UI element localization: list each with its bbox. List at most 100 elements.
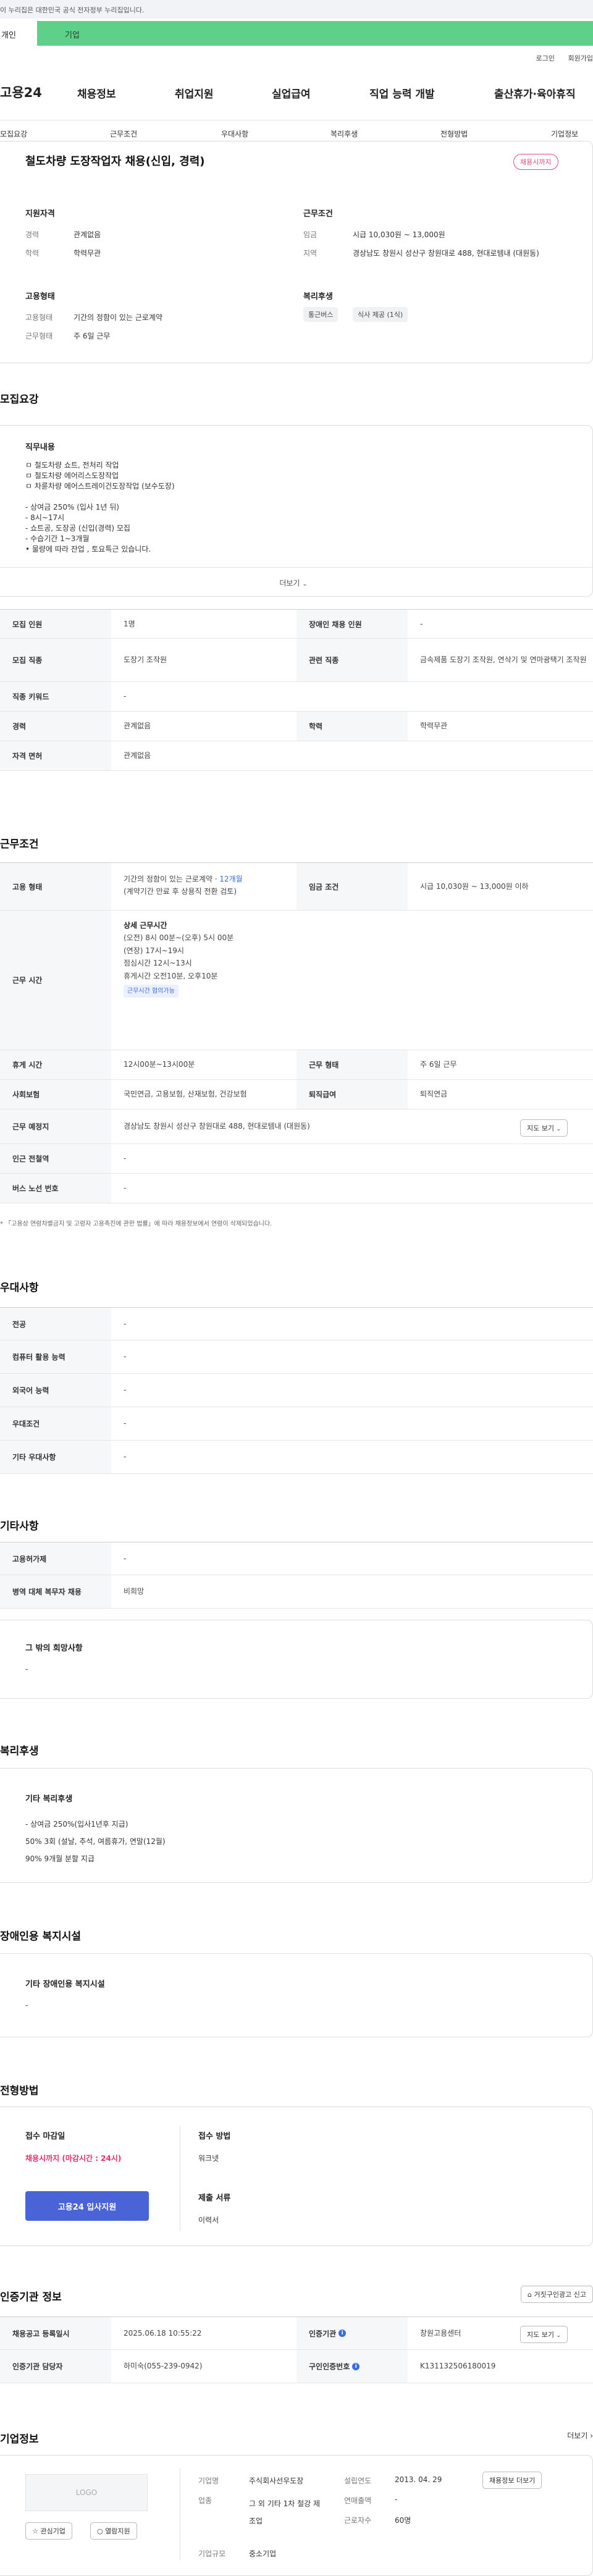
company-detail-button[interactable]: 채용정보 더보기 xyxy=(482,2472,542,2489)
company-name-label: 기업명 xyxy=(198,2477,219,2485)
hope-value: - xyxy=(25,1665,28,1673)
chevron-down-icon: ⌄ xyxy=(302,581,308,587)
work-form-value: 주 6일 근무 xyxy=(74,332,111,340)
info-icon[interactable]: i xyxy=(339,2330,347,2337)
work-time-title: 상세 근무시간 xyxy=(124,921,167,930)
company-size-value: 중소기업 xyxy=(249,2549,277,2558)
info-icon[interactable]: i xyxy=(352,2362,360,2370)
row-value: - xyxy=(124,1184,127,1193)
row-value: - xyxy=(124,1452,127,1462)
subnav-welfare[interactable]: 복리후생 xyxy=(330,128,358,139)
duty-line: - 상여금 250% (입사 1년 뒤) xyxy=(25,503,119,511)
table-row: 버스 노선 번호 - xyxy=(0,1174,593,1203)
welfare-section-title: 복리후생 xyxy=(0,1745,39,1757)
row-value: - xyxy=(124,1419,127,1428)
row-label: 임금 조건 xyxy=(296,863,408,910)
join-link[interactable]: 회원가입 xyxy=(568,54,593,62)
row-label: 외국어 능력 xyxy=(0,1374,111,1407)
subnav-work-conditions[interactable]: 근무조건 xyxy=(110,128,137,139)
founded-label: 설립연도 xyxy=(344,2477,372,2485)
view-support-button[interactable]: ○ 열람지원 xyxy=(90,2522,137,2540)
row-label: 근무 시간 xyxy=(0,911,111,1050)
method-title: 접수 방법 xyxy=(198,2132,231,2141)
member-type-tabs: 개인 기업 xyxy=(0,21,593,46)
disabled-value: - xyxy=(25,2001,28,2010)
hope-title: 그 밖의 희망사항 xyxy=(25,1644,83,1653)
report-false-ad-button[interactable]: ⌂ 거짓구인광고 신고 xyxy=(521,2286,593,2303)
row-label: 근무 형태 xyxy=(296,1050,408,1079)
circle-icon: ○ xyxy=(97,2527,103,2535)
row-value: - xyxy=(124,1352,127,1362)
login-link[interactable]: 로그인 xyxy=(536,54,555,62)
work-map-button[interactable]: 지도 보기 ⌄ xyxy=(520,1119,568,1137)
row-value: 비희망 xyxy=(124,1587,145,1596)
site-logo[interactable]: 고용24 xyxy=(0,83,42,101)
cert-map-button[interactable]: 지도 보기 ⌄ xyxy=(520,2326,568,2343)
row-value: 12시00분~13시00분 xyxy=(124,1060,195,1069)
row-label: 근무 예정지 xyxy=(0,1109,111,1143)
table-row: 병역 대체 복무자 채용 비희망 xyxy=(0,1575,593,1609)
map-button-label: 지도 보기 xyxy=(527,1124,554,1132)
gnb-item-vocational-training[interactable]: 직업 능력 개발 xyxy=(369,85,435,101)
gnb-item-unemployment-benefit[interactable]: 실업급여 xyxy=(272,85,311,101)
recruit-section-title: 모집요강 xyxy=(0,394,39,406)
subnav-preferences[interactable]: 우대사항 xyxy=(221,128,248,139)
table-row: 외국어 능력 - xyxy=(0,1374,593,1407)
report-button-label: 거짓구인광고 신고 xyxy=(534,2291,586,2299)
emp-type-label: 고용형태 xyxy=(25,313,53,322)
row-label: 고용 형태 xyxy=(0,863,111,910)
row-value: - xyxy=(124,1154,127,1163)
row-label: 모집 인원 xyxy=(0,610,111,638)
row-value: 상세 근무시간 (오전) 8시 00분~(오후) 5시 00분 (연장) 17시… xyxy=(111,911,593,1050)
duty-line: - 쇼트공, 도장공 (신입(경력) 모집 xyxy=(25,524,130,532)
duty-line xyxy=(25,492,175,502)
duty-more-button[interactable]: 더보기 ⌄ xyxy=(0,567,593,597)
row-label: 학력 xyxy=(296,712,408,741)
row-value: 창원고용센터 xyxy=(420,2328,461,2338)
row-value: 기간의 정함이 있는 근로계약 · 12개월 (계약기간 만료 후 상용직 전환… xyxy=(111,863,296,910)
global-nav: 고용24 채용정보 취업지원 실업급여 직업 능력 개발 출산휴가·육아휴직 xyxy=(0,78,593,112)
work-form-label: 근무형태 xyxy=(25,332,53,340)
row-label: 인근 전철역 xyxy=(0,1144,111,1173)
subnav-process[interactable]: 전형방법 xyxy=(440,128,468,139)
gnb-item-parental-leave[interactable]: 출산휴가·육아휴직 xyxy=(494,85,576,101)
employees-value: 60명 xyxy=(395,2516,411,2525)
table-row: 인증기관 담당자 하미숙(055-239-0942) 구인인증번호 i K1311… xyxy=(0,2350,593,2383)
gnb-item-employment-support[interactable]: 취업지원 xyxy=(175,85,214,101)
subnav-recruit[interactable]: 모집요강 xyxy=(0,128,27,139)
company-name-value: 주식회사선우도장 xyxy=(249,2477,304,2485)
apply-button[interactable]: 고용24 입사지원 xyxy=(25,2191,149,2221)
row-label: 인증기관 i xyxy=(296,2317,408,2349)
table-row: 근무 예정지 경상남도 창원시 성산구 창원대로 488, 현대로템내 (대원동… xyxy=(0,1109,593,1144)
row-value: - xyxy=(124,1386,127,1395)
founded-value: 2013. 04. 29 xyxy=(395,2475,442,2484)
welfare-title: 복리후생 xyxy=(303,292,333,301)
cert-section-title: 인증기관 정보 xyxy=(0,2291,62,2304)
job-title: 철도차량 도장작업자 채용(신입, 경력) xyxy=(25,155,205,168)
conditions-title: 근무조건 xyxy=(303,209,333,219)
row-label: 모집 직종 xyxy=(0,639,111,681)
row-value: - xyxy=(124,1554,127,1563)
table-row: 채용공고 등록일시 2025.06.18 10:55:22 인증기관 i 창원고용… xyxy=(0,2317,593,2350)
welfare-line: 50% 3회 (설날, 추석, 여름휴가, 연말(12월) xyxy=(25,1837,166,1846)
pref-section-title: 우대사항 xyxy=(0,1282,39,1294)
subnav-company[interactable]: 기업정보 xyxy=(551,128,578,139)
cond-wage-value: 시급 10,030원 ~ 13,000원 xyxy=(353,230,445,239)
emp-type-value: 기간의 정함이 있는 근로계약 xyxy=(74,313,162,322)
company-more-link[interactable]: 더보기 › xyxy=(567,2430,593,2441)
gnb-item-jobs[interactable]: 채용정보 xyxy=(77,85,116,101)
tab-company[interactable]: 기업 xyxy=(37,21,593,46)
duty-line: - 8시~17시 xyxy=(25,513,65,522)
company-industry-value: 그 외 기타 1차 철강 제조업 xyxy=(249,2499,321,2525)
favorite-company-button[interactable]: ☆ 관심기업 xyxy=(25,2522,72,2540)
employees-label: 근로자수 xyxy=(344,2516,372,2525)
row-label: 관련 직종 xyxy=(296,639,408,681)
tab-person[interactable]: 개인 xyxy=(0,21,37,46)
row-label: 버스 노선 번호 xyxy=(0,1174,111,1203)
row-value: 경상남도 창원시 성산구 창원대로 488, 현대로템내 (대원동) xyxy=(124,1122,310,1131)
row-label: 인증기관 담당자 xyxy=(0,2350,111,2383)
row-value: - xyxy=(420,619,423,628)
row-label: 퇴직급여 xyxy=(296,1080,408,1109)
table-row: 고용허가제 - xyxy=(0,1542,593,1575)
row-label: 고용허가제 xyxy=(0,1543,111,1575)
